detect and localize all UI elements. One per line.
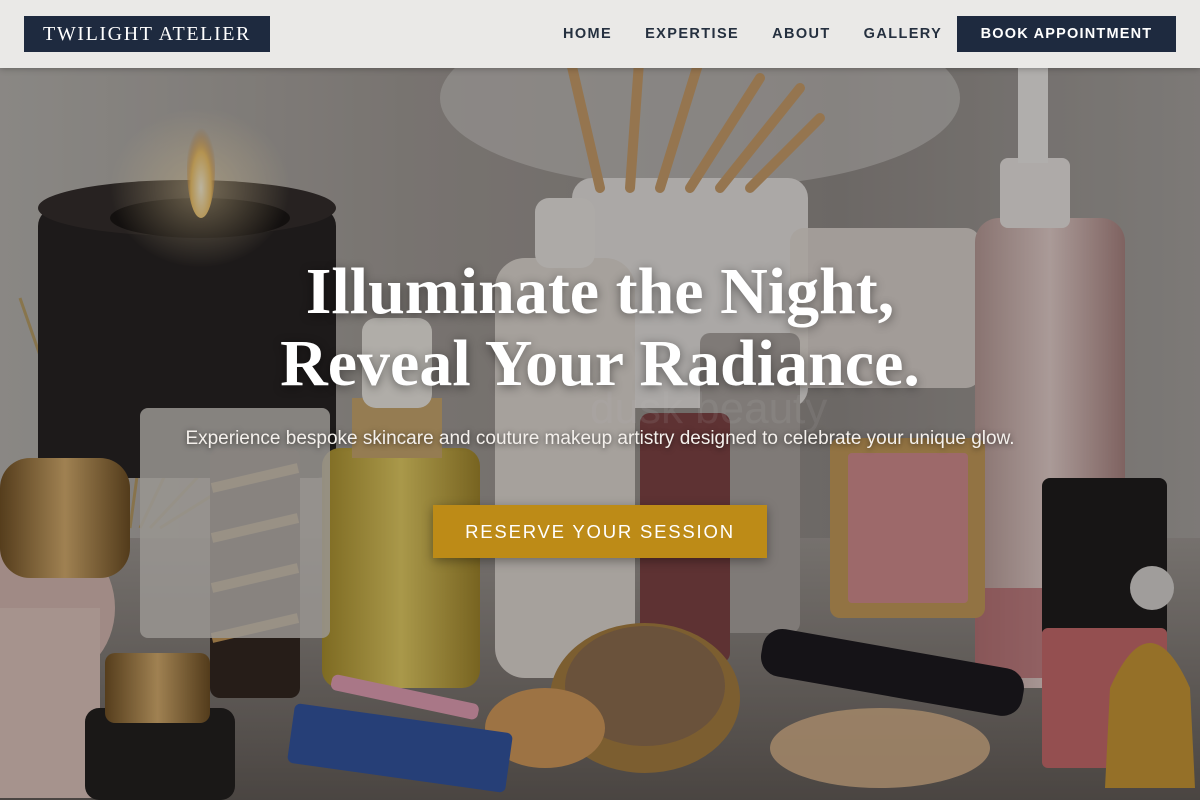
hero-subheadline: Experience bespoke skincare and couture … — [185, 428, 1015, 449]
hero-headline: Illuminate the Night, Reveal Your Radian… — [0, 256, 1200, 400]
nav-about[interactable]: ABOUT — [772, 26, 831, 42]
nav-gallery[interactable]: GALLERY — [864, 26, 943, 42]
hero-headline-line2: Reveal Your Radiance. — [280, 327, 920, 400]
nav-home[interactable]: HOME — [563, 26, 612, 42]
hero-headline-line1: Illuminate the Night, — [305, 255, 895, 328]
nav-expertise[interactable]: EXPERTISE — [645, 26, 739, 42]
book-appointment-button[interactable]: BOOK APPOINTMENT — [957, 16, 1176, 52]
site-header: TWILIGHT ATELIER HOME EXPERTISE ABOUT GA… — [0, 0, 1200, 68]
logo[interactable]: TWILIGHT ATELIER — [24, 16, 270, 52]
hero-section: dusk beauty Illuminate the Night, Reveal… — [0, 68, 1200, 800]
main-nav: HOME EXPERTISE ABOUT GALLERY — [540, 0, 975, 68]
reserve-session-button[interactable]: RESERVE YOUR SESSION — [433, 505, 767, 558]
